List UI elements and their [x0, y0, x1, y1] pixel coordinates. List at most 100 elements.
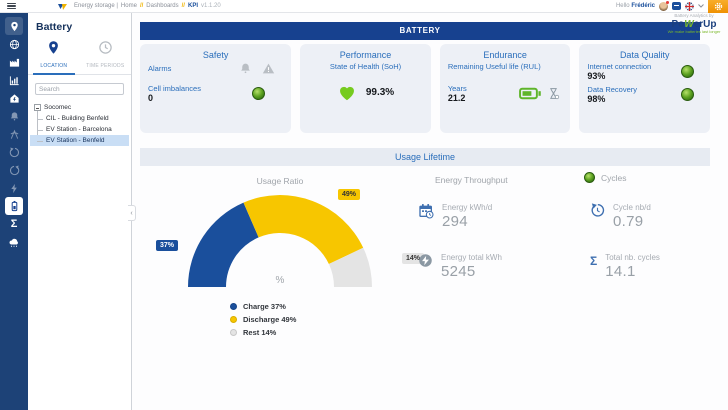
logo-tagline: We make batteries last longer	[662, 30, 726, 34]
breadcrumb-home[interactable]: Home	[121, 3, 137, 9]
rotate-left-icon	[9, 147, 20, 158]
cell-imbalances-value: 0	[148, 93, 201, 103]
rail-item-weather[interactable]	[5, 233, 23, 251]
tree-item-label: CIL - Building Benfeld	[46, 115, 109, 122]
rail-item-rotate-right[interactable]	[5, 161, 23, 179]
metric-label: Total nb. cycles	[605, 253, 660, 262]
cell-imbalances-label: Cell imbalances	[148, 84, 201, 93]
card-data-quality: Data Quality Internet connection 93% Dat…	[579, 44, 710, 133]
gear-icon	[714, 2, 723, 11]
compass-icon	[9, 129, 20, 140]
settings-gear-button[interactable]	[708, 0, 728, 13]
battery-icon	[9, 200, 20, 212]
tab-location[interactable]: LOCATION	[28, 36, 80, 74]
gauge-label-discharge: 49%	[338, 189, 360, 200]
tab-location-label: LOCATION	[28, 63, 80, 69]
tree-item[interactable]: CIL - Building Benfeld	[30, 113, 129, 124]
rail-item-bolt[interactable]	[5, 179, 23, 197]
alarms-label: Alarms	[148, 64, 171, 73]
gauge-legend: Charge 37% Discharge 49% Rest 14%	[230, 302, 296, 337]
recovery-label: Data Recovery	[587, 85, 637, 94]
tree-item-root[interactable]: Socomec	[30, 102, 129, 113]
legend-label: Rest 14%	[243, 328, 276, 337]
metric-total-cycles: Σ Total nb. cycles 14.1	[590, 253, 728, 280]
hourglass-icon	[547, 87, 560, 100]
status-led-green	[252, 87, 265, 100]
recovery-value: 98%	[587, 94, 637, 104]
language-flag-icon[interactable]	[685, 2, 694, 11]
metric-value: 0.79	[613, 213, 651, 230]
metric-value: 5245	[441, 263, 502, 280]
rail-item-factory[interactable]	[5, 53, 23, 71]
legend-item-discharge: Discharge 49%	[230, 315, 296, 324]
breadcrumb-kpi[interactable]: KPI	[188, 3, 198, 9]
powerup-logo: Battery Analytics by PoWerUp We make bat…	[662, 14, 726, 34]
sidebar-collapse-handle[interactable]: ‹	[128, 205, 136, 221]
rail-item-compass[interactable]	[5, 125, 23, 143]
sigma-icon: Σ	[11, 219, 18, 230]
rail-item-rotate-left[interactable]	[5, 143, 23, 161]
status-led-green	[681, 88, 694, 101]
tree-item-selected[interactable]: EV Station - Benfeld	[30, 135, 129, 146]
metric-value: 14.1	[605, 263, 660, 280]
clock-icon	[98, 40, 113, 55]
warning-triangle-icon	[262, 62, 275, 75]
rail-item-sigma[interactable]: Σ	[5, 215, 23, 233]
collapse-arrow-icon: ‹	[130, 210, 132, 217]
sidebar-tabs: LOCATION TIME PERIODS	[28, 36, 131, 75]
legend-dot	[230, 316, 237, 323]
breadcrumb-dashboards[interactable]: Dashboards	[146, 3, 178, 9]
rail-item-battery[interactable]	[5, 197, 23, 215]
metric-energy-per-day: Energy kWh/d 294	[418, 203, 578, 230]
location-tree: Socomec CIL - Building Benfeld EV Statio…	[28, 102, 131, 146]
card-title: Endurance	[448, 50, 563, 60]
collapse-expander-icon[interactable]	[34, 104, 41, 111]
card-title: Performance	[308, 50, 423, 60]
metric-label: Energy total kWh	[441, 253, 502, 262]
chevron-down-icon[interactable]	[698, 4, 704, 8]
tree-item-label: EV Station - Barcelona	[46, 126, 112, 133]
tab-time-periods[interactable]: TIME PERIODS	[80, 36, 132, 74]
card-title: Data Quality	[587, 50, 702, 60]
cloud-rain-icon	[8, 237, 20, 248]
tree-item[interactable]: EV Station - Barcelona	[30, 124, 129, 135]
internet-value: 93%	[587, 71, 651, 81]
section-header-usage-lifetime: Usage Lifetime	[140, 148, 710, 166]
menu-hamburger-icon[interactable]	[7, 3, 16, 10]
greeting-text: Hello Frédéric	[616, 3, 655, 9]
metric-label: Cycle nb/d	[613, 203, 651, 212]
soh-value: 99.3%	[366, 87, 394, 98]
rail-item-alarms[interactable]	[5, 107, 23, 125]
legend-dot	[230, 303, 237, 310]
home-energy-icon	[9, 93, 20, 104]
sidebar-title: Battery	[36, 21, 131, 33]
rul-label: Remaining Useful life (RUL)	[448, 62, 563, 71]
rail-item-home[interactable]	[5, 89, 23, 107]
bar-chart-icon	[9, 75, 20, 86]
internet-label: Internet connection	[587, 62, 651, 71]
years-value: 21.2	[448, 93, 467, 103]
legend-item-charge: Charge 37%	[230, 302, 296, 311]
globe-icon	[9, 39, 20, 50]
battery-health-icon	[519, 87, 542, 100]
history-icon	[590, 203, 605, 218]
bell-icon	[9, 111, 20, 122]
rail-item-location[interactable]	[5, 17, 23, 35]
tab-time-periods-label: TIME PERIODS	[80, 63, 132, 69]
rail-item-chart[interactable]	[5, 71, 23, 89]
user-avatar[interactable]	[659, 2, 668, 11]
tree-item-label: EV Station - Benfeld	[46, 137, 105, 144]
legend-label: Discharge 49%	[243, 315, 296, 324]
tree-item-label: Socomec	[44, 104, 71, 111]
metric-cycle-per-day: Cycle nb/d 0.79	[590, 203, 728, 230]
app-logo-icon[interactable]	[58, 2, 67, 11]
icon-rail: Σ	[0, 13, 28, 410]
top-bar: Energy storage | Home // Dashboards // K…	[0, 0, 728, 13]
bolt-icon	[9, 183, 20, 194]
sigma-icon: Σ	[590, 255, 597, 267]
chat-icon[interactable]	[672, 2, 681, 10]
cycles-title: Cycles	[601, 173, 627, 183]
location-pin-icon	[46, 40, 61, 55]
rail-item-globe[interactable]	[5, 35, 23, 53]
search-input[interactable]	[35, 83, 124, 95]
